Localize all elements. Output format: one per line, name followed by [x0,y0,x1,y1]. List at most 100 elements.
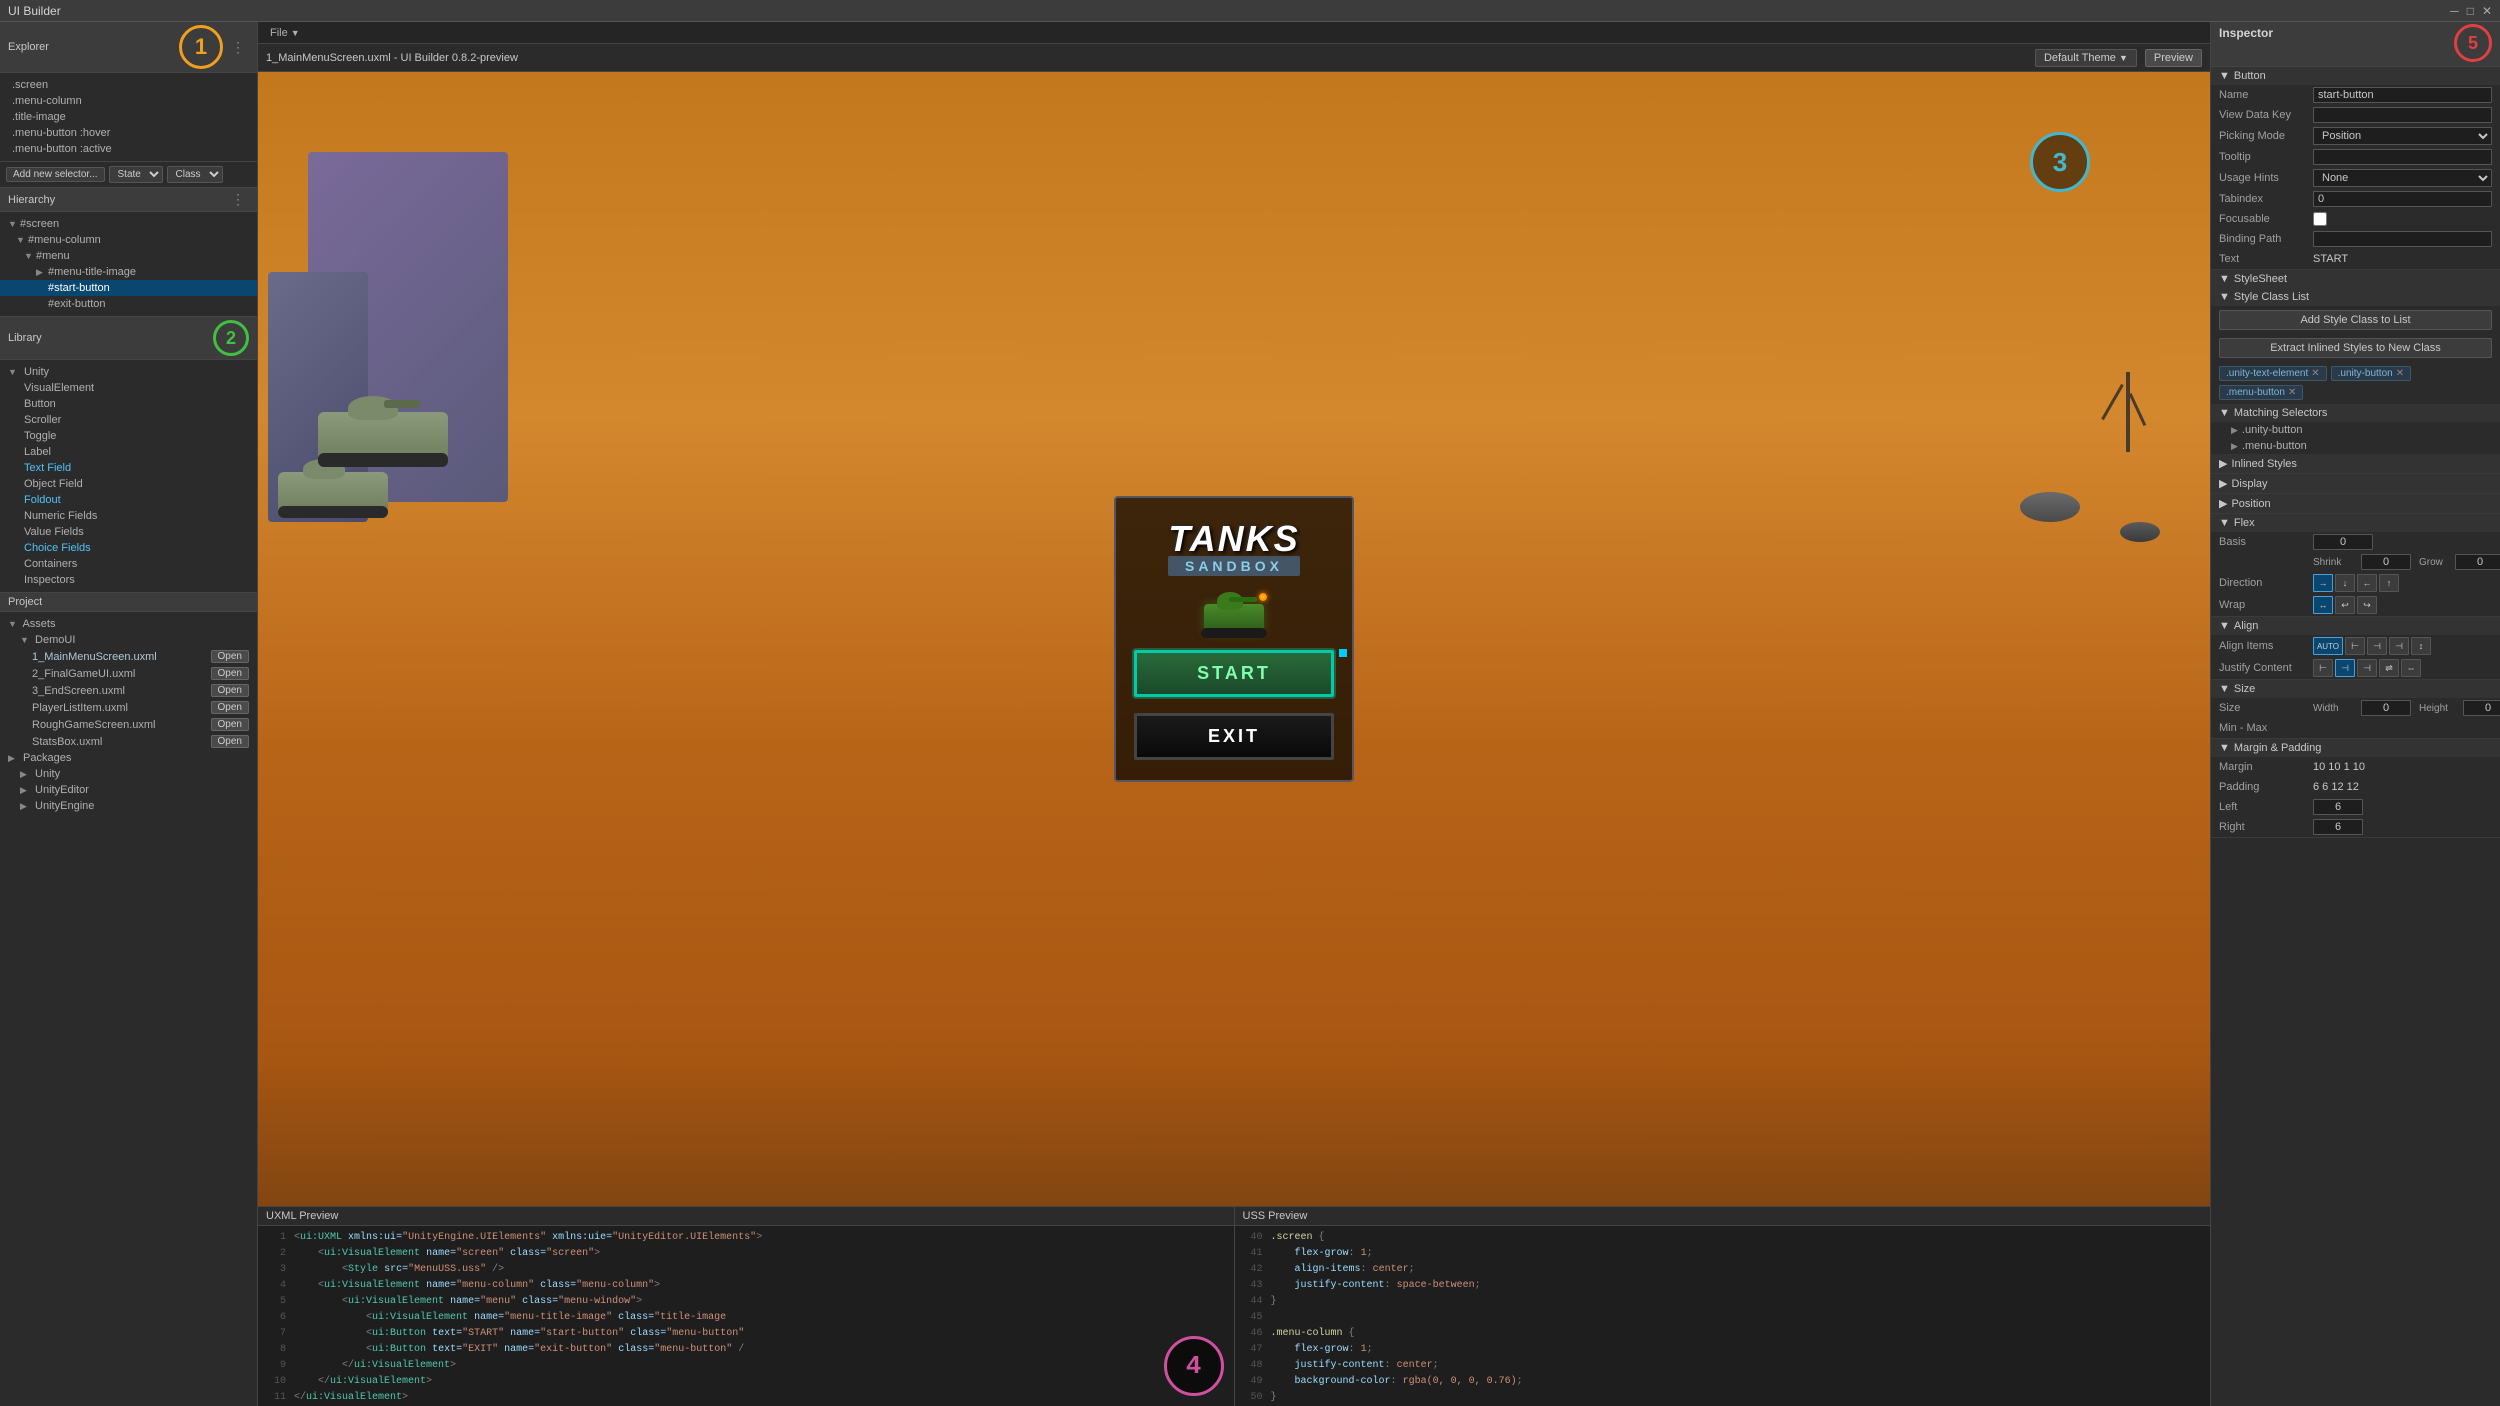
open-main-menu-screen-button[interactable]: Open [211,650,249,663]
open-end-screen-button[interactable]: Open [211,684,249,697]
matching-selectors-header[interactable]: ▼ Matching Selectors [2211,404,2500,422]
library-item-button[interactable]: Button [0,396,257,412]
tooltip-input[interactable] [2313,149,2492,165]
library-item-foldout[interactable]: Foldout [0,492,257,508]
library-item-text-field[interactable]: Text Field [0,460,257,476]
explorer-item-menu-button-active[interactable]: .menu-button :active [0,141,257,157]
hierarchy-item-start-button[interactable]: #start-button [0,280,257,296]
open-player-list-button[interactable]: Open [211,701,249,714]
explorer-item-menu-button-hover[interactable]: .menu-button :hover [0,125,257,141]
flex-wrap-no-button[interactable]: ↔ [2313,596,2333,614]
remove-unity-text-element-icon[interactable]: ✕ [2311,368,2319,379]
explorer-item-menu-column[interactable]: .menu-column [0,93,257,109]
flex-dir-row-rev-button[interactable]: ← [2357,574,2377,592]
close-icon[interactable]: ✕ [2482,4,2492,18]
library-item-object-field[interactable]: Object Field [0,476,257,492]
project-assets[interactable]: ▼ Assets [0,616,257,632]
justify-space-between-button[interactable]: ⇌ [2379,659,2399,677]
name-input[interactable] [2313,87,2492,103]
explorer-item-title-image[interactable]: .title-image [0,109,257,125]
height-input[interactable] [2463,700,2500,716]
picking-mode-dropdown[interactable]: Position [2313,127,2492,145]
justify-end-button[interactable]: ⊣ [2357,659,2377,677]
view-data-key-input[interactable] [2313,107,2492,123]
library-item-visual-element[interactable]: VisualElement [0,380,257,396]
project-demoui[interactable]: ▼ DemoUI [0,632,257,648]
style-tag-menu-button[interactable]: .menu-button ✕ [2219,385,2303,400]
button-section-header[interactable]: ▼ Button [2211,67,2500,85]
library-item-scroller[interactable]: Scroller [0,412,257,428]
binding-path-input[interactable] [2313,231,2492,247]
open-final-game-ui-button[interactable]: Open [211,667,249,680]
explorer-menu-icon[interactable]: ⋮ [227,39,249,56]
align-items-end-button[interactable]: ⊣ [2389,637,2409,655]
focusable-checkbox[interactable] [2313,212,2327,226]
open-stats-box-button[interactable]: Open [211,735,249,748]
library-item-value-fields[interactable]: Value Fields [0,524,257,540]
project-unity-editor[interactable]: ▶ UnityEditor [0,782,257,798]
usage-hints-dropdown[interactable]: None [2313,169,2492,187]
state-dropdown[interactable]: State [109,166,163,183]
flex-wrap-rev-button[interactable]: ↪ [2357,596,2377,614]
hierarchy-item-exit-button[interactable]: #exit-button [0,296,257,312]
add-selector-button[interactable]: Add new selector... [6,167,105,182]
matching-selector-unity-button[interactable]: ▶ .unity-button [2211,422,2500,438]
inlined-styles-header[interactable]: ▶ Inlined Styles [2211,454,2500,473]
minimize-icon[interactable]: ─ [2450,4,2459,18]
project-packages[interactable]: ▶ Packages [0,750,257,766]
flex-shrink-input[interactable] [2361,554,2411,570]
flex-dir-col-rev-button[interactable]: ↑ [2379,574,2399,592]
project-unity-engine[interactable]: ▶ UnityEngine [0,798,257,814]
hierarchy-menu-icon[interactable]: ⋮ [227,191,249,208]
stylesheet-header[interactable]: ▼ StyleSheet [2211,270,2500,288]
flex-dir-col-button[interactable]: ↓ [2335,574,2355,592]
library-category-unity[interactable]: ▼ Unity [0,364,257,380]
remove-unity-button-icon[interactable]: ✕ [2396,368,2404,379]
hierarchy-item-menu-title-image[interactable]: ▶ #menu-title-image [0,264,257,280]
tabindex-input[interactable] [2313,191,2492,207]
align-items-center-button[interactable]: ⊣ [2367,637,2387,655]
theme-dropdown-button[interactable]: Default Theme ▼ [2035,49,2137,67]
justify-start-button[interactable]: ⊢ [2313,659,2333,677]
flex-grow-input[interactable] [2455,554,2500,570]
explorer-item-screen[interactable]: .screen [0,77,257,93]
library-item-label[interactable]: Label [0,444,257,460]
hierarchy-item-menu-column[interactable]: ▼ #menu-column [0,232,257,248]
hierarchy-item-menu[interactable]: ▼ #menu [0,248,257,264]
file-menu-button[interactable]: File ▼ [266,27,304,39]
position-header[interactable]: ▶ Position [2211,494,2500,513]
align-items-start-button[interactable]: ⊢ [2345,637,2365,655]
width-input[interactable] [2361,700,2411,716]
right-input[interactable] [2313,819,2363,835]
library-item-containers[interactable]: Containers [0,556,257,572]
style-tag-unity-button[interactable]: .unity-button ✕ [2331,366,2411,381]
library-item-numeric-fields[interactable]: Numeric Fields [0,508,257,524]
flex-basis-input[interactable] [2313,534,2373,550]
margin-padding-header[interactable]: ▼ Margin & Padding [2211,739,2500,757]
project-unity[interactable]: ▶ Unity [0,766,257,782]
flex-dir-row-button[interactable]: → [2313,574,2333,592]
align-items-auto-button[interactable]: AUTO [2313,637,2343,655]
remove-menu-button-icon[interactable]: ✕ [2288,387,2296,398]
flex-wrap-yes-button[interactable]: ↩ [2335,596,2355,614]
style-tag-unity-text-element[interactable]: .unity-text-element ✕ [2219,366,2327,381]
add-style-class-button[interactable]: Add Style Class to List [2219,310,2492,330]
flex-header[interactable]: ▼ Flex [2211,514,2500,532]
hierarchy-item-screen[interactable]: ▼ #screen [0,216,257,232]
justify-center-button[interactable]: ⊣ [2335,659,2355,677]
maximize-icon[interactable]: □ [2467,4,2474,18]
exit-game-button[interactable]: EXIT [1134,713,1334,760]
library-item-inspectors[interactable]: Inspectors [0,572,257,588]
justify-space-around-button[interactable]: ⇔ [2401,659,2421,677]
extract-style-button[interactable]: Extract Inlined Styles to New Class [2219,338,2492,358]
style-class-list-header[interactable]: ▼ Style Class List [2211,288,2500,306]
start-game-button[interactable]: START [1134,650,1334,697]
size-header[interactable]: ▼ Size [2211,680,2500,698]
align-header[interactable]: ▼ Align [2211,617,2500,635]
library-item-toggle[interactable]: Toggle [0,428,257,444]
left-input[interactable] [2313,799,2363,815]
class-dropdown[interactable]: Class [167,166,223,183]
resize-handle[interactable] [1339,649,1347,657]
preview-button[interactable]: Preview [2145,49,2202,67]
open-rough-game-button[interactable]: Open [211,718,249,731]
